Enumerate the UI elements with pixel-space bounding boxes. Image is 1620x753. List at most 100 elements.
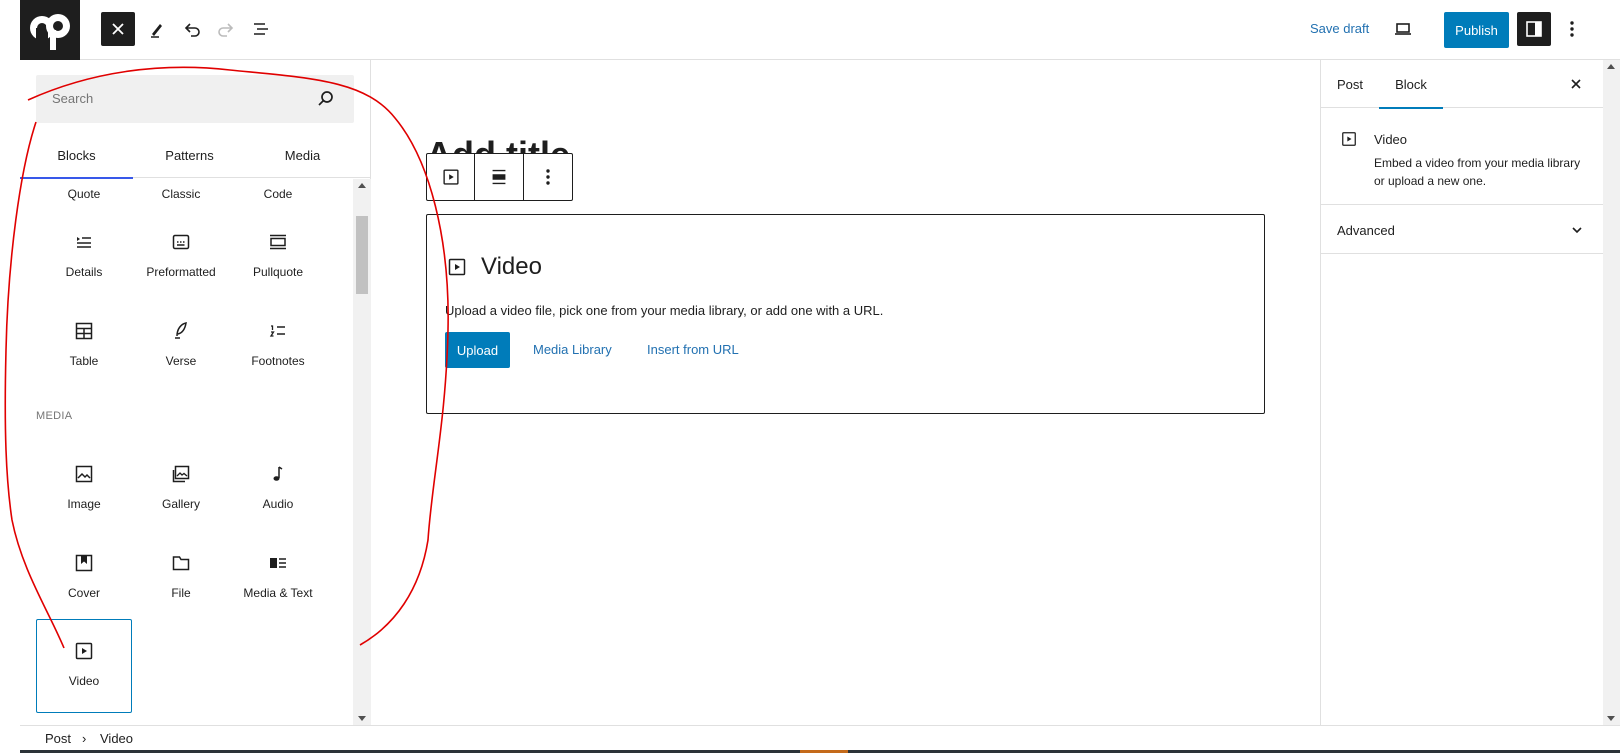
redo-icon [218,23,234,37]
site-logo[interactable] [20,0,80,60]
block-toolbar [426,153,573,201]
block-label: Audio [262,497,294,511]
logo-icon [30,14,70,50]
block-label: Video [68,674,100,688]
block-item-pullquote[interactable]: Pullquote [230,219,326,301]
post-title[interactable]: Add title [426,135,570,155]
preview-button[interactable] [1386,12,1420,46]
scroll-thumb[interactable] [356,216,368,294]
block-item-details[interactable]: Details [36,219,132,301]
block-item-file[interactable]: File [133,540,229,622]
block-item-classic[interactable]: Classic [133,179,229,223]
block-item-video[interactable]: Video [36,619,132,713]
scroll-down-arrow-icon[interactable] [1607,716,1615,721]
gallery-icon [169,461,193,487]
audio-icon [266,461,290,487]
tab-post[interactable]: Post [1321,60,1379,108]
search-placeholder: Search [52,91,94,106]
publish-button[interactable]: Publish [1444,12,1509,48]
block-label: Media & Text [243,586,313,600]
undo-button[interactable] [175,12,209,46]
list-view-icon [254,23,268,35]
breadcrumb: Post › Video [20,725,1620,750]
video-icon [443,169,459,185]
block-item-image[interactable]: Image [36,451,132,533]
block-card: Video Embed a video from your media libr… [1321,109,1604,205]
block-item-audio[interactable]: Audio [230,451,326,533]
editor-canvas: Add title Video Upload a video file, pic… [371,60,1320,725]
block-item-table[interactable]: Table [36,308,132,390]
placeholder-title-text: Video [481,253,542,280]
video-placeholder: Video Upload a video file, pick one from… [426,214,1265,414]
advanced-panel-toggle[interactable]: Advanced [1321,206,1604,254]
insert-from-url-button[interactable]: Insert from URL [647,342,739,357]
options-menu-button[interactable] [1555,12,1589,46]
placeholder-instructions: Upload a video file, pick one from your … [445,303,884,318]
media-text-icon [266,550,290,576]
category-title-media: MEDIA [36,410,73,422]
block-item-cover[interactable]: Cover [36,540,132,622]
cover-icon [72,550,96,576]
kebab-icon [1570,21,1574,37]
footnotes-icon [266,318,290,344]
close-settings-button[interactable] [1566,74,1586,94]
tab-patterns[interactable]: Patterns [133,132,246,178]
block-item-quote[interactable]: Quote [36,179,132,223]
block-label: Table [69,354,99,368]
breadcrumb-video[interactable]: Video [100,731,133,746]
settings-toggle-button[interactable] [1517,12,1551,46]
details-icon [72,229,96,255]
block-label: File [171,586,191,600]
inserter-scrollbar[interactable] [353,179,371,725]
page-scrollbar[interactable] [1603,60,1620,725]
block-label: Image [67,497,101,511]
table-icon [72,318,96,344]
undo-icon [184,23,200,37]
block-label: Classic [161,187,201,201]
block-label: Footnotes [251,354,305,368]
tab-block[interactable]: Block [1379,60,1443,109]
tab-blocks[interactable]: Blocks [20,132,133,179]
block-label: Cover [67,586,100,600]
scroll-up-arrow-icon[interactable] [358,183,366,188]
verse-icon [169,318,193,344]
align-icon [492,169,506,185]
media-library-button[interactable]: Media Library [533,342,612,357]
save-draft-button[interactable]: Save draft [1310,21,1369,36]
block-label: Pullquote [252,265,304,279]
block-card-description: Embed a video from your media library or… [1374,156,1581,188]
image-icon [72,461,96,487]
editor-header: Save draft Publish [20,0,1620,60]
block-item-verse[interactable]: Verse [133,308,229,390]
block-type-button[interactable] [427,154,476,200]
block-label: Code [263,187,293,201]
block-label: Verse [165,354,197,368]
block-search-input[interactable]: Search [36,75,354,123]
upload-button[interactable]: Upload [445,332,510,368]
close-inserter-button[interactable] [101,12,135,46]
document-overview-button[interactable] [244,12,278,46]
scroll-down-arrow-icon[interactable] [358,716,366,721]
settings-sidebar: Post Block Video Embed a video from your… [1320,60,1604,725]
block-item-gallery[interactable]: Gallery [133,451,229,533]
block-item-code[interactable]: Code [230,179,326,223]
search-icon [316,89,336,109]
align-button[interactable] [475,154,524,200]
block-options-button[interactable] [524,154,572,200]
block-item-footnotes[interactable]: Footnotes [230,308,326,390]
scroll-up-arrow-icon[interactable] [1607,64,1615,69]
tab-media[interactable]: Media [246,132,359,178]
redo-button[interactable] [209,12,243,46]
block-item-preformatted[interactable]: Preformatted [133,219,229,301]
video-icon [72,638,96,664]
block-label: Gallery [161,497,200,511]
block-inserter-panel: Search Blocks Patterns Media Quote Class… [20,60,371,725]
inserter-tabs: Blocks Patterns Media [20,132,371,179]
preformatted-icon [169,229,193,255]
breadcrumb-separator: › [82,731,87,746]
block-label: Details [65,265,103,279]
chevron-down-icon [1570,223,1584,237]
block-item-media-text[interactable]: Media & Text [230,540,326,622]
tools-button[interactable] [140,12,174,46]
breadcrumb-post[interactable]: Post [45,731,71,746]
